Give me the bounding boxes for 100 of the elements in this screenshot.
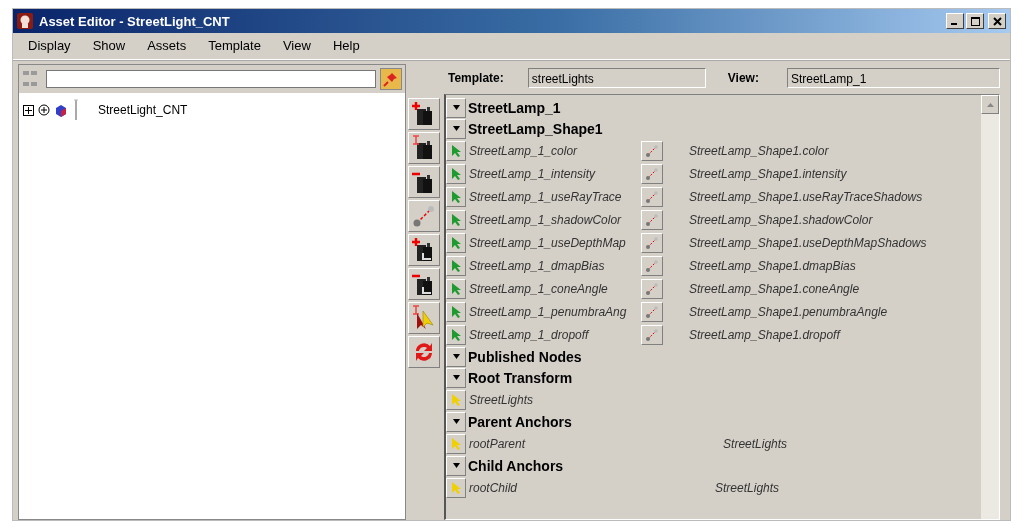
- triangle-icon: [451, 417, 461, 426]
- select-button[interactable]: [446, 477, 466, 498]
- select-button[interactable]: [446, 389, 466, 410]
- connect-button[interactable]: [641, 209, 663, 230]
- menu-item[interactable]: Template: [197, 36, 272, 55]
- connect-button[interactable]: [641, 324, 663, 345]
- remove-container-button[interactable]: [408, 166, 440, 198]
- attribute-target: StreetLamp_Shape1.penumbraAngle: [689, 304, 888, 319]
- select-button[interactable]: [446, 186, 466, 207]
- lamp-icon: [72, 99, 80, 121]
- connect-icon: [645, 327, 659, 342]
- expand-toggle[interactable]: [23, 104, 34, 116]
- refresh-button[interactable]: [408, 336, 440, 368]
- attribute-target: StreetLights: [715, 480, 780, 495]
- attribute-name: StreetLights: [469, 392, 534, 407]
- connect-button[interactable]: [641, 255, 663, 276]
- maximize-button[interactable]: [966, 13, 984, 29]
- connect-icon: [645, 143, 659, 158]
- window-title: Asset Editor - StreetLight_CNT: [39, 13, 230, 29]
- pointer-icon: [451, 481, 461, 494]
- connect-button[interactable]: [641, 186, 663, 207]
- connect-icon: [645, 281, 659, 296]
- connect-button[interactable]: [641, 301, 663, 322]
- attribute-name: rootParent: [469, 436, 526, 451]
- pointer-icon: [451, 305, 461, 318]
- connect-icon: [645, 235, 659, 250]
- attribute-name: StreetLamp_1_coneAngle: [469, 281, 609, 296]
- select-button[interactable]: [446, 209, 466, 230]
- close-icon: [992, 16, 1002, 26]
- pin-button[interactable]: [380, 68, 402, 90]
- connect-button[interactable]: [641, 163, 663, 184]
- search-field[interactable]: [46, 70, 376, 88]
- attribute-name: StreetLamp_1_useDepthMap: [469, 235, 627, 250]
- section-header: StreetLamp_Shape1: [468, 120, 603, 137]
- attribute-name: StreetLamp_1_useRayTrace: [469, 189, 623, 204]
- select-button[interactable]: [446, 433, 466, 454]
- attribute-target: StreetLamp_Shape1.useDepthMapShadows: [689, 235, 927, 250]
- triangle-icon: [451, 352, 461, 361]
- attribute-name: StreetLamp_1_penumbraAng: [469, 304, 628, 319]
- collapse-toggle[interactable]: [446, 411, 466, 432]
- connect-icon: [645, 166, 659, 181]
- collapse-toggle[interactable]: [446, 367, 466, 388]
- connect-button[interactable]: [641, 140, 663, 161]
- app-icon: [17, 13, 33, 29]
- pointer-icon: [451, 213, 461, 226]
- template-field[interactable]: streetLights: [527, 68, 706, 88]
- collapse-toggle[interactable]: [446, 346, 466, 367]
- connect-icon: [645, 304, 659, 319]
- menu-item[interactable]: Assets: [136, 36, 198, 55]
- select-button[interactable]: [446, 255, 466, 276]
- attribute-target: StreetLamp_Shape1.color: [689, 143, 829, 158]
- minimize-button[interactable]: [946, 13, 964, 29]
- connect-button[interactable]: [408, 200, 440, 232]
- rename-pointer-button[interactable]: [408, 302, 440, 334]
- arrow-up-icon: [986, 102, 994, 107]
- menu-item[interactable]: View: [271, 36, 322, 55]
- remove-node-button[interactable]: [408, 268, 440, 300]
- view-field[interactable]: StreetLamp_1: [786, 68, 1000, 88]
- template-label: Template:: [448, 71, 504, 85]
- select-button[interactable]: [446, 140, 466, 161]
- select-button[interactable]: [446, 301, 466, 322]
- pointer-icon: [451, 259, 461, 272]
- add-container-button[interactable]: [408, 98, 440, 130]
- pointer-icon: [451, 236, 461, 249]
- scroll-up-button[interactable]: [981, 95, 999, 114]
- connect-icon: [645, 189, 659, 204]
- collapse-toggle[interactable]: [446, 455, 466, 476]
- close-button[interactable]: [988, 13, 1006, 29]
- attribute-name: StreetLamp_1_dropoff: [469, 327, 591, 342]
- select-button[interactable]: [446, 278, 466, 299]
- menu-item[interactable]: Show: [81, 36, 137, 55]
- connect-button[interactable]: [641, 232, 663, 253]
- collapse-toggle[interactable]: [446, 118, 466, 139]
- add-node-button[interactable]: [408, 234, 440, 266]
- pointer-icon: [451, 282, 461, 295]
- select-button[interactable]: [446, 232, 466, 253]
- section-header: StreetLamp_1: [468, 99, 561, 116]
- cube-icon: [54, 103, 68, 117]
- section-header: Root Transform: [468, 369, 573, 386]
- attribute-target: StreetLamp_Shape1.dropoff: [689, 327, 840, 342]
- triangle-icon: [451, 373, 461, 382]
- connect-icon: [411, 203, 437, 229]
- tree-item-label[interactable]: StreetLight_CNT: [98, 103, 188, 117]
- select-button[interactable]: [446, 163, 466, 184]
- pointer-icon: [451, 437, 461, 450]
- menu-item[interactable]: Help: [321, 36, 371, 55]
- attribute-target: StreetLamp_Shape1.coneAngle: [689, 281, 860, 296]
- connect-button[interactable]: [641, 278, 663, 299]
- attribute-name: StreetLamp_1_intensity: [469, 166, 597, 181]
- triangle-icon: [451, 461, 461, 470]
- pointer-icon: [451, 328, 461, 341]
- pin-icon: [383, 71, 399, 87]
- collapse-toggle[interactable]: [446, 97, 466, 118]
- rename-container-button[interactable]: [408, 132, 440, 164]
- menu-item[interactable]: Display: [17, 36, 82, 55]
- scrollbar[interactable]: [981, 95, 999, 519]
- attribute-target: StreetLamp_Shape1.intensity: [689, 166, 847, 181]
- view-label: View:: [727, 71, 759, 85]
- select-button[interactable]: [446, 324, 466, 345]
- pointer-icon: [451, 393, 461, 406]
